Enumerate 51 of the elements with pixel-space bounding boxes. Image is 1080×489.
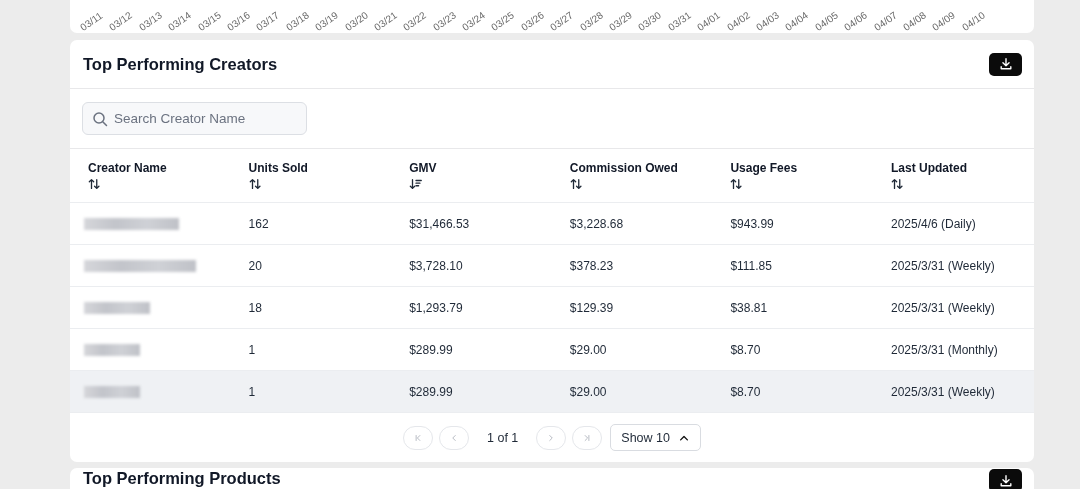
table-cell: 1	[248, 342, 256, 357]
download-button[interactable]	[989, 469, 1022, 489]
table-cell: 2025/3/31 (Monthly)	[890, 342, 998, 357]
card-title: Top Performing Products	[83, 469, 281, 488]
axis-label: 03/11	[78, 8, 106, 33]
search-field[interactable]: Search Creator Name	[82, 102, 307, 135]
sort-icon[interactable]	[409, 176, 424, 191]
page-size-dropdown[interactable]: Show 10	[610, 424, 701, 451]
table-cell: 18	[248, 300, 262, 315]
column-header: Commission Owed	[569, 160, 678, 175]
page-indicator: 1 of 1	[487, 430, 519, 445]
table-cell: 2025/4/6 (Daily)	[890, 216, 976, 231]
table-cell: 2025/3/31 (Weekly)	[890, 258, 995, 273]
axis-label: 04/01	[695, 8, 724, 33]
table-cell: 2025/3/31 (Weekly)	[890, 300, 995, 315]
table-cell: $111.85	[730, 258, 772, 273]
table-cell: $38.81	[730, 300, 768, 315]
column-header: Creator Name	[88, 160, 167, 175]
table-cell: $1,293.79	[409, 300, 463, 315]
table-cell: 1	[248, 384, 256, 399]
table-cell: 162	[248, 216, 269, 231]
axis-label: 03/31	[665, 8, 694, 33]
table-cell: $8.70	[730, 384, 761, 399]
chevron-icon	[413, 432, 424, 443]
table-cell: $129.39	[569, 300, 614, 315]
download-button[interactable]	[989, 52, 1022, 76]
sort-icon[interactable]	[569, 176, 584, 191]
axis-label: 03/21	[372, 8, 400, 33]
table-cell: 2025/3/31 (Weekly)	[890, 384, 995, 399]
column-header: GMV	[409, 160, 437, 175]
table-cell: $29.00	[569, 384, 607, 399]
card-title: Top Performing Creators	[83, 54, 278, 74]
sort-icon[interactable]	[248, 176, 263, 191]
chevron-icon	[582, 432, 593, 443]
table-cell: $289.99	[409, 342, 453, 357]
table-cell: $3,228.68	[569, 216, 624, 231]
column-header: Last Updated	[890, 160, 967, 175]
table-cell: $943.99	[730, 216, 774, 231]
download-icon	[998, 473, 1013, 488]
sort-icon[interactable]	[88, 176, 102, 191]
sort-icon[interactable]	[890, 176, 905, 191]
column-header: Usage Fees	[730, 160, 798, 175]
table-cell: 20	[248, 258, 262, 273]
column-header: Units Sold	[248, 160, 308, 175]
table-cell: $8.70	[730, 342, 761, 357]
table-cell: $31,466.53	[409, 216, 470, 231]
table-cell: $29.00	[569, 342, 607, 357]
table-cell: $378.23	[569, 258, 614, 273]
table-cell: $289.99	[409, 384, 453, 399]
table-cell: $3,728.10	[409, 258, 463, 273]
download-icon	[998, 57, 1013, 71]
